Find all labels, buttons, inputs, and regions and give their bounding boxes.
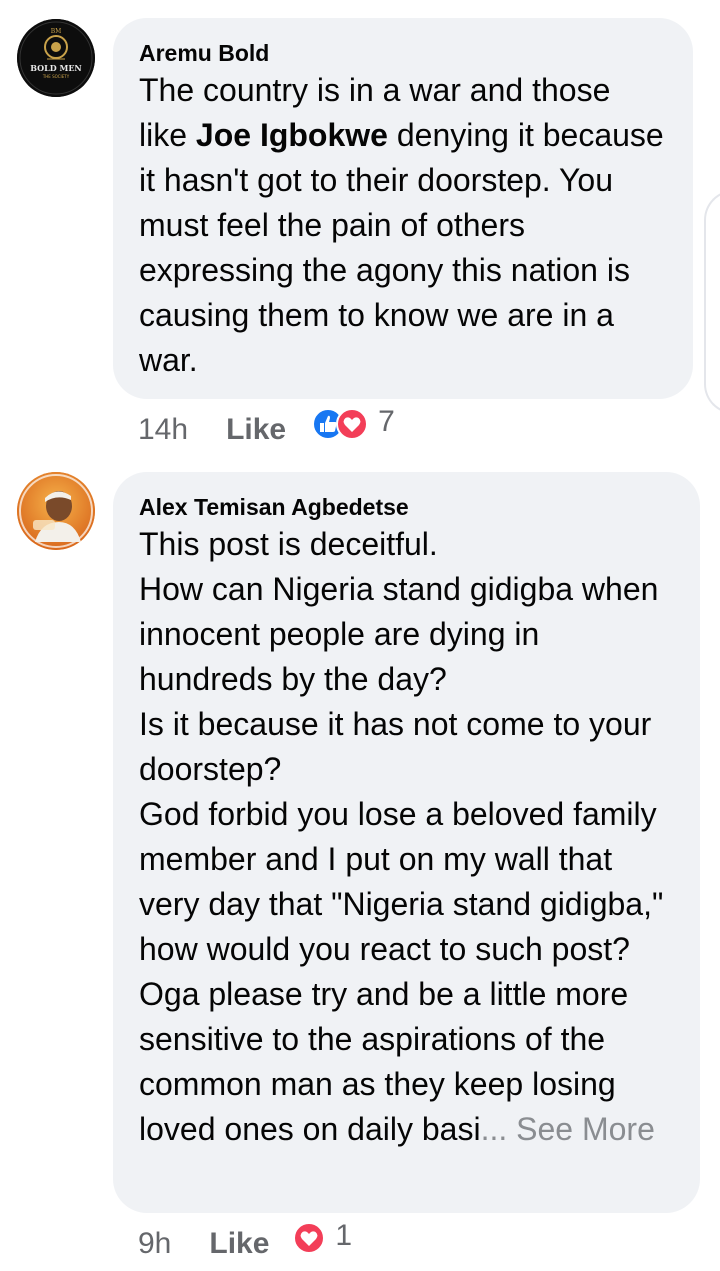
svg-text:BM: BM [51, 28, 62, 35]
comment-author[interactable]: Alex Temisan Agbedetse [139, 492, 674, 522]
comment-line: Is it because it has not come to your do… [139, 706, 652, 787]
love-icon [336, 408, 369, 440]
comment-text-part: denying it because it hasn't got to thei… [139, 117, 664, 378]
comment-line-last: Oga please try and be a little more sens… [139, 972, 674, 1152]
avatar[interactable]: BM BOLD MEN THE SOCIETY [17, 19, 95, 97]
comment-text: The country is in a war and those like J… [139, 68, 667, 383]
comment-meta: 9h Like 1 [138, 1219, 352, 1261]
comment-line: God forbid you lose a beloved family mem… [139, 796, 664, 967]
love-icon [293, 1222, 326, 1254]
comment-meta: 14h Like 7 [138, 405, 395, 447]
reaction-count[interactable]: 7 [378, 405, 395, 439]
reaction-summary[interactable] [312, 408, 369, 446]
comment-author[interactable]: Aremu Bold [139, 38, 667, 68]
like-button[interactable]: Like [226, 413, 286, 447]
mention-link[interactable]: Joe Igbokwe [196, 117, 388, 153]
comment-bubble: Aremu Bold The country is in a war and t… [113, 18, 693, 399]
comment-text: This post is deceitful. How can Nigeria … [139, 522, 674, 1152]
comment-timestamp[interactable]: 14h [138, 413, 188, 447]
see-more-link[interactable]: ... See More [481, 1111, 655, 1147]
offscreen-panel-edge [704, 190, 720, 414]
avatar[interactable] [17, 472, 95, 550]
reaction-count[interactable]: 1 [335, 1219, 352, 1253]
like-button[interactable]: Like [209, 1227, 269, 1261]
comment-timestamp[interactable]: 9h [138, 1227, 171, 1261]
bold-men-logo-icon: BM BOLD MEN THE SOCIETY [17, 19, 95, 97]
reaction-summary[interactable] [293, 1222, 326, 1260]
svg-text:BOLD MEN: BOLD MEN [30, 63, 82, 73]
comment-line: How can Nigeria stand gidigba when innoc… [139, 571, 659, 697]
comment-bubble: Alex Temisan Agbedetse This post is dece… [113, 472, 700, 1213]
comment-line: This post is deceitful. [139, 526, 438, 562]
svg-text:THE SOCIETY: THE SOCIETY [42, 74, 70, 79]
profile-photo-icon [17, 472, 95, 550]
